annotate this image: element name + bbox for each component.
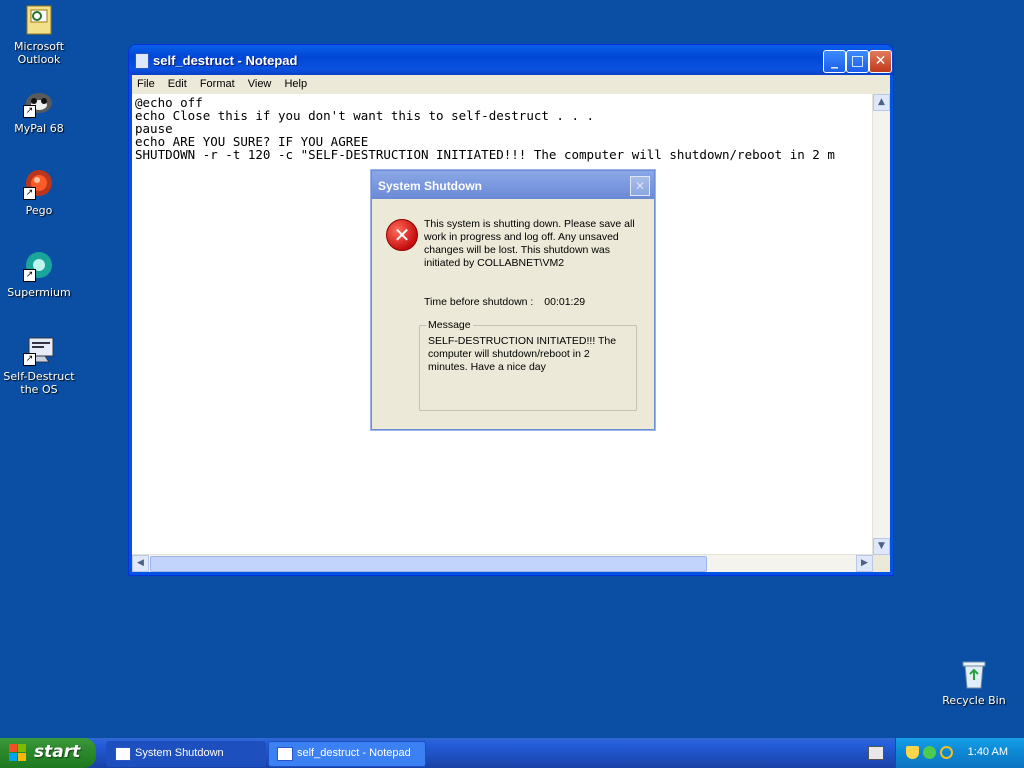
desktop-icon-label: Microsoft Outlook <box>13 40 65 66</box>
notepad-icon <box>277 747 293 761</box>
notepad-icon <box>135 53 149 69</box>
desktop-icon-label: MyPal 68 <box>14 122 64 135</box>
shortcut-arrow-icon: ↗ <box>23 187 36 200</box>
search-icon[interactable] <box>940 746 953 759</box>
shortcut-arrow-icon: ↗ <box>23 353 36 366</box>
desktop-icon-pego[interactable]: ↗ Pego <box>1 168 77 217</box>
window-title: self_destruct - Notepad <box>153 53 298 68</box>
desktop-icon-outlook[interactable]: Microsoft Outlook <box>1 4 77 66</box>
message-group-label: Message <box>426 319 473 331</box>
taskbar-item-label: self_destruct - Notepad <box>297 747 411 759</box>
menu-bar: File Edit Format View Help <box>132 75 890 94</box>
batch-file-icon: ↗ <box>23 334 55 366</box>
error-icon: ✕ <box>386 219 418 251</box>
horizontal-scroll-thumb[interactable] <box>150 556 707 572</box>
notepad-titlebar[interactable]: self_destruct - Notepad _ □ ✕ <box>129 45 893 75</box>
taskbar: start System Shutdown self_destruct - No… <box>0 738 1024 768</box>
message-group-text: SELF-DESTRUCTION INITIATED!!! The comput… <box>428 335 617 373</box>
message-group: Message SELF-DESTRUCTION INITIATED!!! Th… <box>419 319 637 411</box>
desktop-icon-label: Pego <box>25 204 53 217</box>
dialog-title: System Shutdown <box>378 179 483 193</box>
dialog-titlebar[interactable]: System Shutdown ✕ <box>372 171 654 199</box>
keyboard-icon[interactable] <box>868 746 884 760</box>
minimize-button[interactable]: _ <box>823 50 846 73</box>
scroll-down-icon[interactable]: ▼ <box>873 538 890 555</box>
menu-help[interactable]: Help <box>279 75 312 90</box>
window-icon <box>115 747 131 761</box>
resize-grip[interactable] <box>873 555 890 572</box>
time-value: 00:01:29 <box>544 296 586 308</box>
scroll-up-icon[interactable]: ▲ <box>873 94 890 111</box>
shortcut-arrow-icon: ↗ <box>23 105 36 118</box>
time-row: Time before shutdown : 00:01:29 <box>424 296 585 308</box>
pego-icon: ↗ <box>23 168 55 200</box>
desktop-icon-supermium[interactable]: ↗ Supermium <box>1 250 77 299</box>
taskbar-item-system-shutdown[interactable]: System Shutdown <box>106 741 266 767</box>
recycle-bin-icon <box>958 658 990 690</box>
menu-edit[interactable]: Edit <box>163 75 192 90</box>
desktop-icon-label: Supermium <box>7 286 71 299</box>
shutdown-message: This system is shutting down. Please sav… <box>424 218 635 269</box>
taskbar-item-label: System Shutdown <box>135 747 224 759</box>
outlook-icon <box>23 4 55 36</box>
scroll-right-icon[interactable]: ▶ <box>856 555 873 572</box>
clock[interactable]: 1:40 AM <box>968 746 1008 758</box>
desktop-icon-recycle-bin[interactable]: Recycle Bin <box>936 658 1012 707</box>
desktop-icon-label: Recycle Bin <box>942 694 1006 707</box>
start-button[interactable]: start <box>0 738 96 768</box>
shortcut-arrow-icon: ↗ <box>23 269 36 282</box>
vertical-scrollbar[interactable]: ▲ ▼ <box>872 94 890 555</box>
dialog-close-button[interactable]: ✕ <box>630 176 650 196</box>
menu-view[interactable]: View <box>243 75 277 90</box>
start-label: start <box>34 742 81 762</box>
menu-file[interactable]: File <box>132 75 160 90</box>
desktop-icon-self-destruct[interactable]: ↗ Self-Destruct the OS <box>1 334 77 396</box>
horizontal-scrollbar[interactable]: ◀ ▶ <box>132 554 873 572</box>
menu-format[interactable]: Format <box>195 75 240 90</box>
windows-logo-icon <box>9 744 27 762</box>
supermium-icon: ↗ <box>23 250 55 282</box>
desktop-icon-label: Self-Destruct the OS <box>3 370 75 396</box>
security-shield-icon[interactable] <box>906 746 919 759</box>
maximize-button[interactable]: □ <box>846 50 869 73</box>
desktop-icon-mypal[interactable]: ↗ MyPal 68 <box>1 86 77 135</box>
mypal-icon: ↗ <box>23 86 55 118</box>
taskbar-item-notepad[interactable]: self_destruct - Notepad <box>268 741 426 767</box>
close-button[interactable]: ✕ <box>869 50 892 73</box>
time-label: Time before shutdown : <box>424 296 534 308</box>
system-shutdown-dialog[interactable]: System Shutdown ✕ ✕ This system is shutt… <box>371 170 655 430</box>
network-icon[interactable] <box>923 746 936 759</box>
scroll-left-icon[interactable]: ◀ <box>132 555 149 572</box>
system-tray: 1:40 AM <box>895 738 1024 768</box>
